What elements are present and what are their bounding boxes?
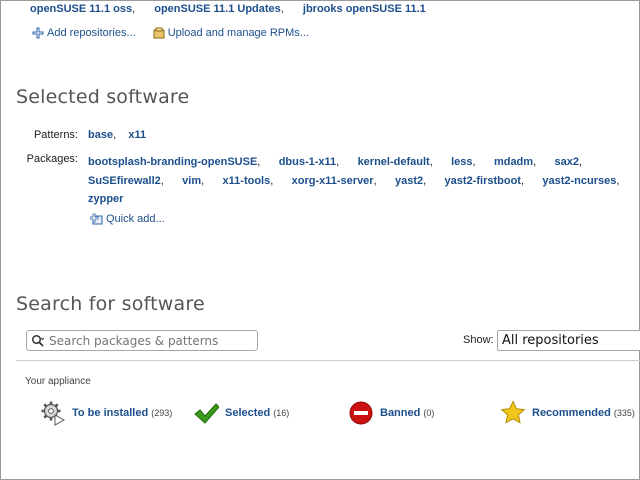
filter-count: (16) [273,408,290,418]
filter-count: (335) [613,408,635,418]
filter-label[interactable]: Banned [380,407,420,419]
filter-label[interactable]: Recommended [532,407,611,419]
package-link[interactable]: yast2-ncurses [542,175,616,187]
filter-count: (293) [151,408,173,418]
package-link[interactable]: xorg-x11-server [292,175,374,187]
upload-package-icon [153,27,165,39]
repository-actions: Add repositories... Upload and manage RP… [32,27,323,42]
package-link[interactable]: sax2 [554,156,578,168]
filter-selected[interactable]: Selected (16) [193,400,289,426]
package-link[interactable]: dbus-1-x11 [279,156,336,168]
upload-rpms-link[interactable]: Upload and manage RPMs... [168,27,309,39]
patterns-list: base, x11 [88,129,147,141]
package-link[interactable]: kernel-default [358,156,430,168]
pattern-link[interactable]: base [88,129,113,141]
quick-add-icon [90,213,103,225]
package-link[interactable]: x11-tools [223,175,271,187]
repo-link-oss[interactable]: openSUSE 11.1 oss [30,3,132,15]
appliance-heading: Your appliance [25,376,91,387]
filter-label[interactable]: Selected [225,407,270,419]
add-repositories-action[interactable]: Add repositories... [32,27,136,39]
repo-link-jbrooks[interactable]: jbrooks openSUSE 11.1 [303,3,426,15]
filter-label[interactable]: To be installed [72,407,148,419]
package-link[interactable]: SuSEfirewall2 [88,175,161,187]
filter-to-be-installed[interactable]: To be installed (293) [40,400,172,426]
packages-label: Packages: [26,153,78,165]
divider [16,360,640,361]
package-link[interactable]: bootsplash-branding-openSUSE [88,156,257,168]
checkmark-icon [194,403,219,424]
packages-list: bootsplash-branding-openSUSE, dbus-1-x11… [88,156,620,205]
add-repositories-link[interactable]: Add repositories... [47,27,136,39]
filter-recommended[interactable]: Recommended (335) [500,400,635,426]
search-software-heading: Search for software [16,293,205,315]
selected-software-heading: Selected software [16,86,190,108]
gear-install-icon [41,401,66,426]
search-icon [31,334,45,347]
quick-add-link[interactable]: Quick add... [106,213,165,225]
package-link[interactable]: mdadm [494,156,533,168]
pattern-link[interactable]: x11 [128,129,146,141]
patterns-label: Patterns: [33,129,78,141]
package-link[interactable]: zypper [88,193,123,205]
upload-rpms-action[interactable]: Upload and manage RPMs... [153,27,309,39]
repository-list: openSUSE 11.1 oss, openSUSE 11.1 Updates… [30,3,426,15]
filter-banned[interactable]: Banned (0) [348,400,434,426]
package-link[interactable]: vim [182,175,201,187]
search-field[interactable] [26,330,258,351]
quick-add-action[interactable]: Quick add... [90,213,165,225]
repository-filter-select[interactable]: All repositories [497,330,640,351]
package-link[interactable]: less [451,156,472,168]
search-input[interactable] [49,333,249,348]
package-link[interactable]: yast2-firstboot [445,175,521,187]
add-plus-icon [32,27,44,39]
star-icon [500,400,526,424]
banned-icon [349,401,373,425]
filter-count: (0) [423,408,435,418]
show-label: Show: [463,334,494,346]
repo-link-updates[interactable]: openSUSE 11.1 Updates [154,3,281,15]
package-link[interactable]: yast2 [395,175,423,187]
